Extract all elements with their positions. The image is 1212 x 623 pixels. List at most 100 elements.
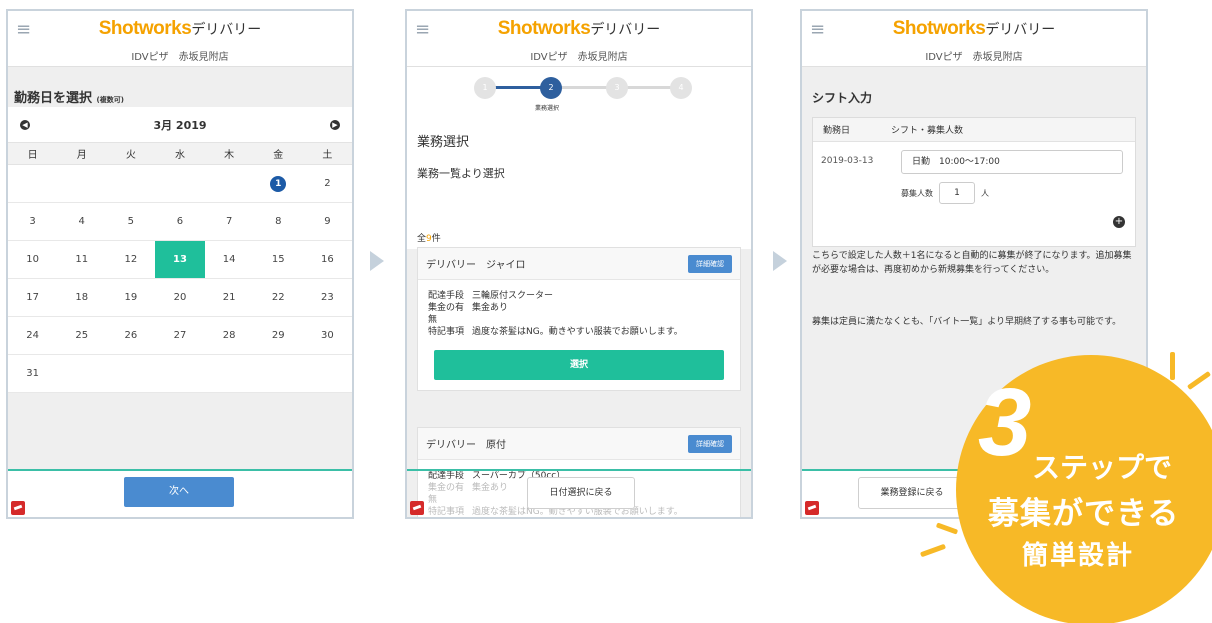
calendar-day[interactable]: 22 [253,279,303,317]
badge-ray [935,522,959,535]
calendar-day [302,355,352,393]
app-header: ≡ Shotworksデリバリー IDVピザ 赤坂見附店 [407,11,751,67]
badge-line2: 募集ができる [988,496,1180,532]
job-detail-row: 配達手段 三輪原付スクーター [428,290,730,302]
calendar-day[interactable]: 18 [57,279,107,317]
weekday-label: 木 [224,150,235,161]
page-subtitle: 業務一覧より選択 [407,165,751,231]
calendar-day[interactable]: 21 [204,279,254,317]
detail-button[interactable]: 詳細確認 [688,254,732,273]
brand-logo: Shotworks [497,18,591,39]
calendar-day[interactable]: 14 [204,241,254,279]
select-button[interactable]: 選択 [434,350,724,380]
brand: Shotworksデリバリー [802,11,1146,41]
job-detail-key: 配達手段 [428,291,465,301]
calendar-day[interactable]: 4 [57,203,107,241]
calendar: ◀ 3月 2019 ▶ 日月火水木金土 1 2 3 4 5 6 7 8 9 10 11 12 13 14 1… [8,107,352,393]
calendar-day[interactable]: 2 [302,165,352,203]
app-header: ≡ Shotworksデリバリー IDVピザ 赤坂見附店 [802,11,1146,67]
calendar-day[interactable]: 25 [57,317,107,355]
shift-row: 2019-03-13 日勤 10:00〜17:00 募集人数 1 人 + [813,142,1135,246]
back-to-job-button[interactable]: 業務登録に戻る [858,477,966,509]
calendar-month: 3月 2019 [153,118,207,132]
step-1: 1 [474,77,496,99]
job-detail-key: 集金の有無 [428,303,465,325]
calendar-day[interactable]: 30 [302,317,352,355]
calendar-day[interactable]: 11 [57,241,107,279]
calendar-day[interactable]: 3 [8,203,58,241]
badge-line3: 簡単設計 [1022,541,1135,571]
calendar-day[interactable]: 19 [106,279,156,317]
page-title: 業務選択 [407,129,751,165]
hamburger-menu-icon[interactable]: ≡ [16,21,31,39]
calendar-day[interactable]: 9 [302,203,352,241]
badge-line1: ステップで [1032,451,1173,484]
job-card-title: デリバリー 原付 [426,440,506,451]
job-detail-row: 集金の有無 集金あり [428,302,730,326]
hamburger-menu-icon[interactable]: ≡ [415,21,430,39]
calendar-day[interactable]: 16 [302,241,352,279]
brand-logo: Shotworks [892,18,986,39]
calendar-day[interactable]: 6 [155,203,205,241]
calendar-day [204,165,254,203]
calendar-day[interactable]: 26 [106,317,156,355]
badge-number: 3 [978,369,1032,476]
brand-sub: デリバリー [590,22,661,38]
store-name: IDVピザ 赤坂見附店 [925,52,1023,63]
note-early-close: 募集は定員に満たなくとも、「バイト一覧」より早期終了する事も可能です。 [812,317,1122,327]
arrow-right-icon [370,251,384,271]
badge-ray [919,543,947,558]
weekday-label: 日 [27,150,38,161]
calendar-day[interactable]: 8 [253,203,303,241]
next-button[interactable]: 次へ [124,477,234,507]
job-card-header: デリバリー 原付 詳細確認 [418,428,740,460]
page-title-text: 勤務日を選択 [14,91,93,106]
calendar-day[interactable]: 24 [8,317,58,355]
shift-select[interactable]: 日勤 10:00〜17:00 [901,150,1123,174]
shift-table: 勤務日 シフト・募集人数 2019-03-13 日勤 10:00〜17:00 募… [812,117,1136,247]
back-to-date-button[interactable]: 日付選択に戻る [527,477,635,509]
count-prefix: 全 [417,234,427,244]
corner-logo-icon [410,501,424,515]
prev-month-icon[interactable]: ◀ [20,119,30,130]
calendar-day[interactable]: 28 [204,317,254,355]
calendar-day[interactable]: 12 [106,241,156,279]
job-card: デリバリー ジャイロ 詳細確認 配達手段 三輪原付スクーター 集金の有無 集金あり … [417,247,741,391]
screen-job-select: ≡ Shotworksデリバリー IDVピザ 赤坂見附店 1 2 3 4 業務選… [405,9,753,519]
calendar-day[interactable]: 27 [155,317,205,355]
job-detail-row: 特記事項 過度な茶髪はNG。動きやすい服装でお願いします。 [428,326,730,338]
next-month-icon[interactable]: ▶ [329,119,340,130]
add-shift-icon[interactable]: + [1113,216,1125,228]
arrow-right-icon [773,251,787,271]
badge-ray [1186,370,1212,391]
detail-button[interactable]: 詳細確認 [688,434,732,453]
brand: Shotworksデリバリー [8,11,352,41]
calendar-day [155,165,205,203]
calendar-day [106,165,156,203]
calendar-weekdays: 日月火水木金土 [8,143,352,165]
step-2: 2 [540,77,562,99]
calendar-day[interactable]: 23 [302,279,352,317]
step-label: 業務選択 [535,105,560,112]
calendar-day[interactable]: 1 [253,165,303,203]
calendar-day[interactable]: 15 [253,241,303,279]
calendar-day[interactable]: 17 [8,279,58,317]
brand-sub: デリバリー [985,22,1056,38]
brand-sub: デリバリー [191,22,262,38]
headcount-label: 募集人数 [901,188,933,198]
shift-table-header: 勤務日 シフト・募集人数 [813,118,1135,142]
calendar-day [253,355,303,393]
headcount-input[interactable]: 1 [939,182,975,204]
calendar-day[interactable]: 10 [8,241,58,279]
calendar-day [57,355,107,393]
calendar-day[interactable]: 5 [106,203,156,241]
calendar-day[interactable]: 31 [8,355,58,393]
hamburger-menu-icon[interactable]: ≡ [810,21,825,39]
calendar-day[interactable]: 20 [155,279,205,317]
calendar-day[interactable]: 7 [204,203,254,241]
step-3: 3 [606,77,628,99]
calendar-day[interactable]: 13 [155,241,205,279]
job-detail-value: 三輪原付スクーター [472,291,554,301]
note-auto-close: こちらで設定した人数＋1名になると自動的に募集が終了になります。追加募集が必要な… [812,251,1132,275]
calendar-day[interactable]: 29 [253,317,303,355]
